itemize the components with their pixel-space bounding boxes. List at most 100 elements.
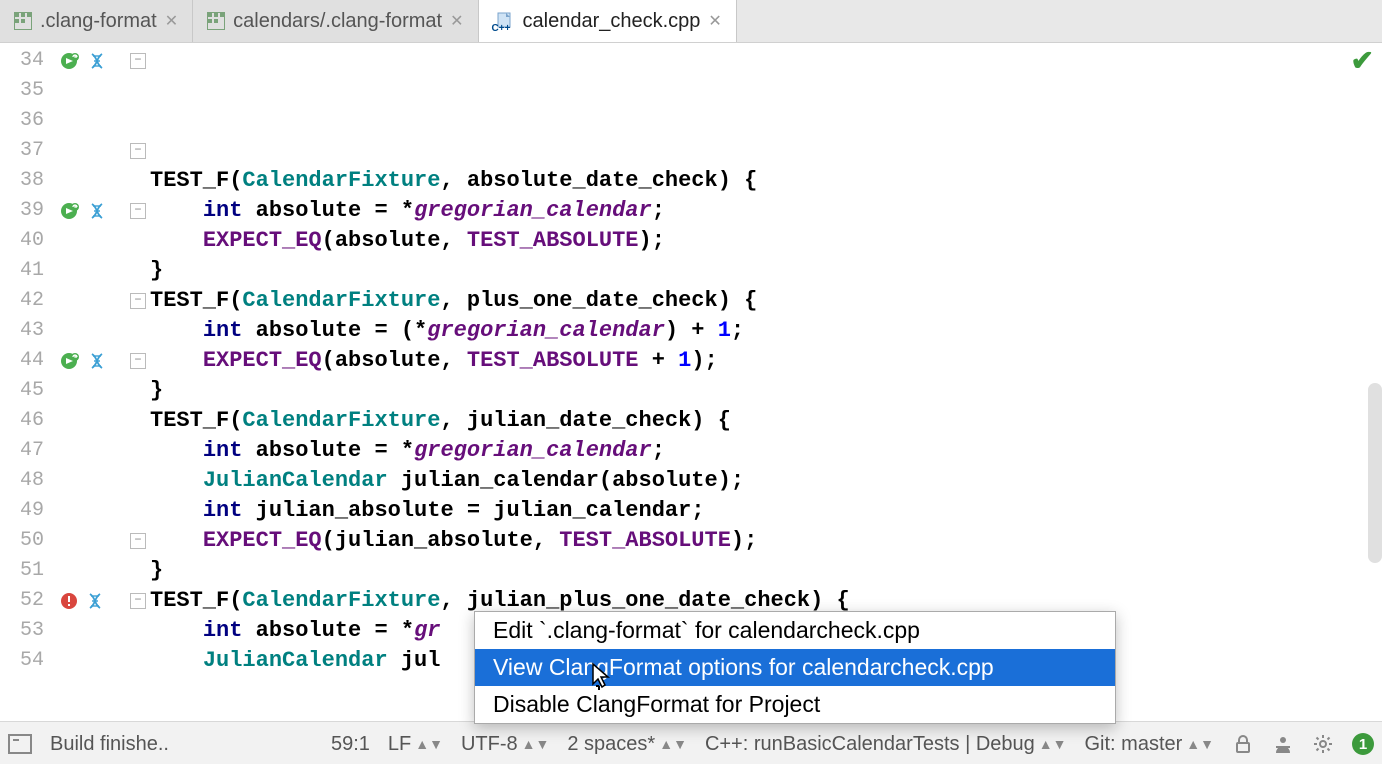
caret-position[interactable]: 59:1 xyxy=(331,733,370,756)
code-line[interactable]: } xyxy=(150,376,1382,406)
line-number-gutter[interactable]: 3435363738394041424344454647484950515253… xyxy=(0,43,50,721)
line-number[interactable]: 53 xyxy=(0,616,44,646)
run-test-icon[interactable] xyxy=(60,51,80,71)
line-number[interactable]: 40 xyxy=(0,226,44,256)
gear-icon[interactable] xyxy=(1312,733,1334,755)
context-menu-item[interactable]: Edit `.clang-format` for calendarcheck.c… xyxy=(475,612,1115,649)
gutter-mark-row xyxy=(50,46,130,76)
method-separator-icon xyxy=(88,202,106,220)
tab-label: calendar_check.cpp xyxy=(523,10,701,33)
git-branch[interactable]: Git: master ▲▼ xyxy=(1084,733,1214,756)
code-line[interactable]: EXPECT_EQ(absolute, TEST_ABSOLUTE + 1); xyxy=(150,346,1382,376)
inspector-icon[interactable] xyxy=(1272,733,1294,755)
fold-toggle-icon[interactable]: − xyxy=(130,353,146,369)
code-line[interactable]: EXPECT_EQ(julian_absolute, TEST_ABSOLUTE… xyxy=(150,526,1382,556)
code-line[interactable]: } xyxy=(150,256,1382,286)
fold-toggle-icon[interactable]: − xyxy=(130,53,146,69)
git-label: Git: master xyxy=(1084,733,1182,756)
line-number[interactable]: 36 xyxy=(0,106,44,136)
line-number[interactable]: 47 xyxy=(0,436,44,466)
gutter-mark-row xyxy=(50,346,130,376)
line-number[interactable]: 35 xyxy=(0,76,44,106)
context-menu-item[interactable]: Disable ClangFormat for Project xyxy=(475,686,1115,723)
tab-clang-format[interactable]: .clang-format ✕ xyxy=(0,0,193,42)
line-number[interactable]: 43 xyxy=(0,316,44,346)
chevron-updown-icon: ▲▼ xyxy=(522,736,550,752)
fold-toggle-icon[interactable]: − xyxy=(130,293,146,309)
grid-icon xyxy=(14,12,32,30)
code-line[interactable]: int julian_absolute = julian_calendar; xyxy=(150,496,1382,526)
test-pass-icon[interactable]: 1 xyxy=(1352,733,1374,755)
tab-calendar-check-cpp[interactable]: calendar_check.cpp ✕ xyxy=(479,0,737,42)
line-separator[interactable]: LF ▲▼ xyxy=(388,733,443,756)
fold-column: − − − − − − − xyxy=(130,43,150,721)
line-number[interactable]: 49 xyxy=(0,496,44,526)
line-number[interactable]: 38 xyxy=(0,166,44,196)
code-line[interactable]: TEST_F(CalendarFixture, plus_one_date_ch… xyxy=(150,286,1382,316)
inspection-ok-icon[interactable]: ✔ xyxy=(1351,49,1374,79)
line-number[interactable]: 50 xyxy=(0,526,44,556)
line-number[interactable]: 39 xyxy=(0,196,44,226)
gutter-mark-row xyxy=(50,586,130,616)
context-label: C++: runBasicCalendarTests | Debug xyxy=(705,733,1035,756)
fold-toggle-icon[interactable]: − xyxy=(130,593,146,609)
encoding-label: UTF-8 xyxy=(461,733,518,756)
error-icon[interactable] xyxy=(60,592,78,610)
gutter-marks xyxy=(50,43,130,721)
line-number[interactable]: 41 xyxy=(0,256,44,286)
chevron-updown-icon: ▲▼ xyxy=(1186,736,1214,752)
vertical-scrollbar[interactable] xyxy=(1368,383,1382,563)
code-line[interactable]: JulianCalendar julian_calendar(absolute)… xyxy=(150,466,1382,496)
line-number[interactable]: 48 xyxy=(0,466,44,496)
cpp-file-icon xyxy=(493,11,515,31)
close-icon[interactable]: ✕ xyxy=(708,11,721,31)
context-menu-item[interactable]: View ClangFormat options for calendarche… xyxy=(475,649,1115,686)
code-line[interactable]: EXPECT_EQ(absolute, TEST_ABSOLUTE); xyxy=(150,226,1382,256)
line-number[interactable]: 51 xyxy=(0,556,44,586)
context-menu: Edit `.clang-format` for calendarcheck.c… xyxy=(474,611,1116,724)
tab-label: calendars/.clang-format xyxy=(233,10,442,33)
method-separator-icon xyxy=(88,352,106,370)
run-test-icon[interactable] xyxy=(60,351,80,371)
line-number[interactable]: 44 xyxy=(0,346,44,376)
chevron-updown-icon: ▲▼ xyxy=(1039,736,1067,752)
code-line[interactable]: int absolute = *gregorian_calendar; xyxy=(150,196,1382,226)
indent-label: 2 spaces* xyxy=(567,733,655,756)
mouse-cursor-icon xyxy=(587,662,613,697)
fold-toggle-icon[interactable]: − xyxy=(130,143,146,159)
method-separator-icon xyxy=(86,592,104,610)
line-number[interactable]: 42 xyxy=(0,286,44,316)
tab-calendars-clang-format[interactable]: calendars/.clang-format ✕ xyxy=(193,0,478,42)
line-sep-label: LF xyxy=(388,733,411,756)
fold-toggle-icon[interactable]: − xyxy=(130,203,146,219)
close-icon[interactable]: ✕ xyxy=(165,11,178,31)
method-separator-icon xyxy=(88,52,106,70)
chevron-updown-icon: ▲▼ xyxy=(659,736,687,752)
gutter-mark-row xyxy=(50,196,130,226)
indent-settings[interactable]: 2 spaces* ▲▼ xyxy=(567,733,687,756)
code-line[interactable]: } xyxy=(150,556,1382,586)
file-encoding[interactable]: UTF-8 ▲▼ xyxy=(461,733,549,756)
line-number[interactable]: 45 xyxy=(0,376,44,406)
line-number[interactable]: 37 xyxy=(0,136,44,166)
line-number[interactable]: 46 xyxy=(0,406,44,436)
line-number[interactable]: 52 xyxy=(0,586,44,616)
line-number[interactable]: 54 xyxy=(0,646,44,676)
fold-toggle-icon[interactable]: − xyxy=(130,533,146,549)
tab-label: .clang-format xyxy=(40,10,157,33)
editor-tabs: .clang-format ✕ calendars/.clang-format … xyxy=(0,0,1382,43)
line-number[interactable]: 34 xyxy=(0,46,44,76)
close-icon[interactable]: ✕ xyxy=(450,11,463,31)
grid-icon xyxy=(207,12,225,30)
chevron-updown-icon: ▲▼ xyxy=(415,736,443,752)
code-line[interactable]: int absolute = (*gregorian_calendar) + 1… xyxy=(150,316,1382,346)
code-line[interactable]: TEST_F(CalendarFixture, absolute_date_ch… xyxy=(150,166,1382,196)
code-line[interactable]: int absolute = *gregorian_calendar; xyxy=(150,436,1382,466)
build-status[interactable]: Build finishe.. xyxy=(50,733,169,756)
lock-icon[interactable] xyxy=(1232,733,1254,755)
status-bar: Build finishe.. 59:1 LF ▲▼ UTF-8 ▲▼ 2 sp… xyxy=(0,721,1382,764)
run-test-icon[interactable] xyxy=(60,201,80,221)
terminal-icon[interactable] xyxy=(8,734,32,754)
code-line[interactable]: TEST_F(CalendarFixture, julian_date_chec… xyxy=(150,406,1382,436)
run-context[interactable]: C++: runBasicCalendarTests | Debug ▲▼ xyxy=(705,733,1067,756)
